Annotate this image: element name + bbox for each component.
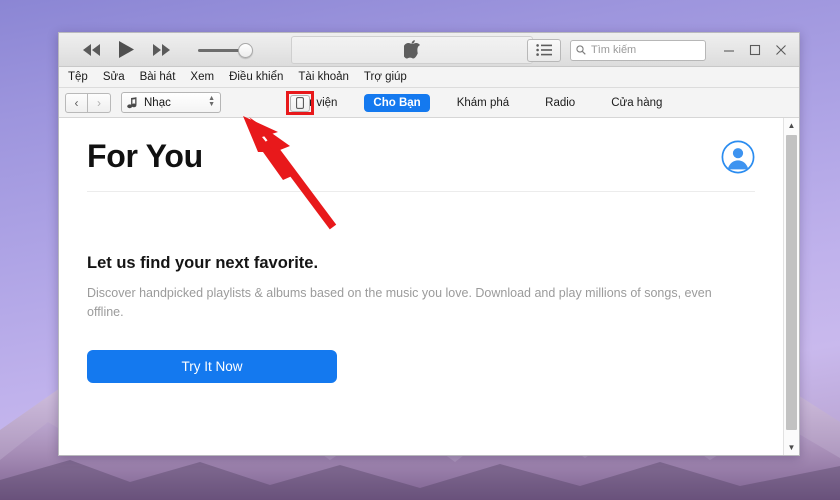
page-header-row: For You xyxy=(87,118,755,191)
menu-item-file[interactable]: Tệp xyxy=(68,71,88,83)
device-iphone-icon xyxy=(296,97,304,109)
media-source-label: Nhạc xyxy=(144,96,171,109)
titlebar-right-group: Tìm kiếm xyxy=(527,33,799,67)
tab-for-you[interactable]: Cho Bạn xyxy=(364,93,430,112)
scrollbar-track[interactable] xyxy=(784,133,799,440)
menu-item-account[interactable]: Tài khoản xyxy=(298,71,349,83)
device-button-highlight xyxy=(286,91,314,115)
list-view-button[interactable] xyxy=(527,38,561,62)
promo-body-text: Discover handpicked playlists & albums b… xyxy=(87,286,712,319)
content-area: For You Let us find your next favorite. … xyxy=(59,118,799,455)
search-placeholder: Tìm kiếm xyxy=(591,44,637,56)
promo-section: Let us find your next favorite. Discover… xyxy=(87,192,755,383)
menu-item-controls[interactable]: Điều khiển xyxy=(229,71,283,83)
itunes-window: Tìm kiếm Tệp Sửa Bài hát Xem Điều khiển … xyxy=(58,32,800,456)
now-playing-status-panel[interactable] xyxy=(291,36,533,64)
tab-store[interactable]: Cửa hàng xyxy=(602,94,671,112)
play-button[interactable] xyxy=(116,39,138,61)
list-view-icon xyxy=(535,44,552,56)
forward-button[interactable]: › xyxy=(88,92,111,113)
volume-knob[interactable] xyxy=(238,42,253,58)
previous-track-button[interactable] xyxy=(81,39,103,61)
minimize-button[interactable] xyxy=(722,44,735,57)
next-track-button[interactable] xyxy=(151,39,173,61)
tab-browse[interactable]: Khám phá xyxy=(448,94,518,112)
account-avatar-icon[interactable] xyxy=(721,140,755,174)
back-button[interactable]: ‹ xyxy=(65,92,88,113)
device-button[interactable] xyxy=(290,94,310,112)
tab-radio[interactable]: Radio xyxy=(536,94,584,112)
navigation-bar: ‹ › Nhạc ▲ ▼ Thư viện Cho Bạn Khám phá R… xyxy=(59,88,799,118)
scroll-up-button[interactable]: ▲ xyxy=(784,118,799,133)
menu-item-edit[interactable]: Sửa xyxy=(103,71,125,83)
window-titlebar: Tìm kiếm xyxy=(59,33,799,67)
vertical-scrollbar[interactable]: ▲ ▼ xyxy=(783,118,799,455)
search-input[interactable]: Tìm kiếm xyxy=(570,39,706,61)
menu-item-view[interactable]: Xem xyxy=(190,71,214,83)
close-button[interactable] xyxy=(774,44,787,57)
desktop-background: Tìm kiếm Tệp Sửa Bài hát Xem Điều khiển … xyxy=(0,0,840,500)
promo-heading: Let us find your next favorite. xyxy=(87,254,319,272)
search-icon xyxy=(576,45,586,55)
maximize-button[interactable] xyxy=(748,44,761,57)
page-title: For You xyxy=(87,138,203,174)
media-source-select[interactable]: Nhạc ▲ ▼ xyxy=(121,92,221,113)
menu-item-help[interactable]: Trợ giúp xyxy=(364,71,407,83)
nav-history-buttons: ‹ › xyxy=(65,92,111,113)
volume-slider[interactable] xyxy=(198,40,260,60)
source-stepper-icon[interactable]: ▲ ▼ xyxy=(208,95,215,108)
try-it-now-button[interactable]: Try It Now xyxy=(87,350,337,383)
menu-bar: Tệp Sửa Bài hát Xem Điều khiển Tài khoản… xyxy=(59,67,799,88)
scroll-down-button[interactable]: ▼ xyxy=(784,440,799,455)
apple-logo-icon xyxy=(404,40,420,59)
playback-controls xyxy=(59,39,260,61)
scrollbar-thumb[interactable] xyxy=(786,135,797,430)
window-controls xyxy=(722,44,799,57)
section-tabs: Thư viện Cho Bạn Khám phá Radio Cửa hàng xyxy=(283,93,671,112)
music-note-icon xyxy=(127,96,137,108)
menu-item-song[interactable]: Bài hát xyxy=(140,71,176,83)
for-you-panel: For You Let us find your next favorite. … xyxy=(59,118,783,455)
